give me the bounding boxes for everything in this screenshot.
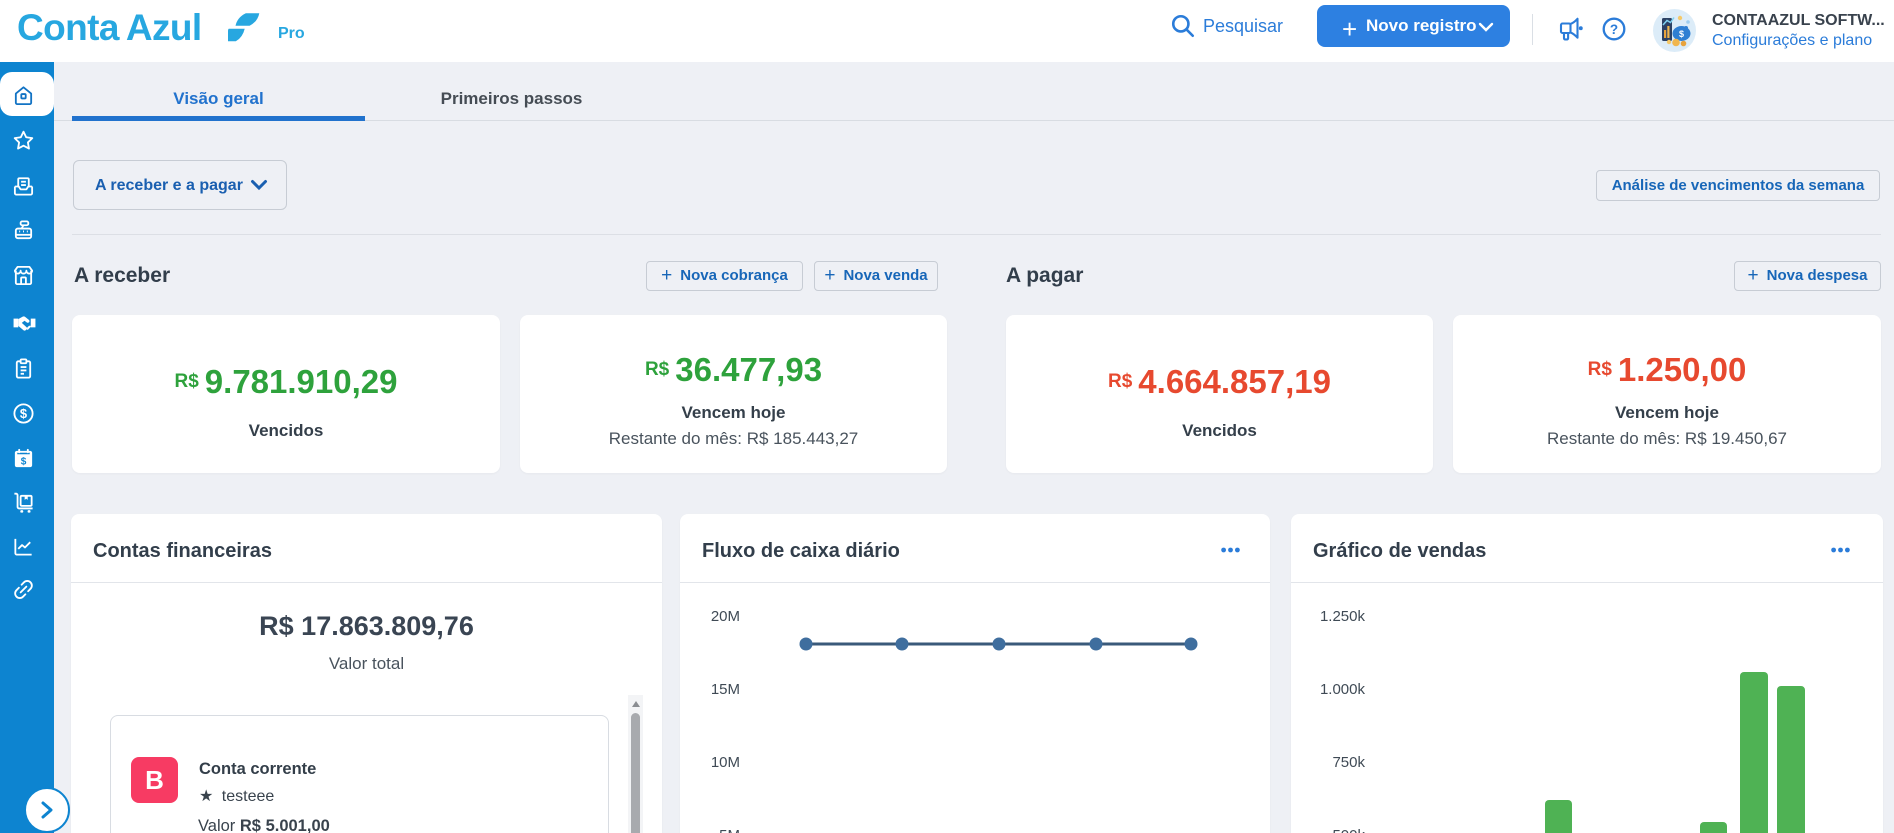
svg-text:?: ?	[1610, 22, 1618, 37]
svg-text:750k: 750k	[1332, 754, 1365, 771]
svg-text:$: $	[20, 406, 27, 421]
svg-text:5M: 5M	[719, 827, 740, 833]
svg-text:15M: 15M	[711, 681, 740, 698]
svg-text:1.000k: 1.000k	[1320, 681, 1366, 698]
svg-text:20M: 20M	[711, 608, 740, 625]
svg-text:$: $	[21, 456, 27, 467]
svg-text:1.250k: 1.250k	[1320, 608, 1366, 625]
svg-text:10M: 10M	[711, 754, 740, 771]
svg-text:500k: 500k	[1332, 827, 1365, 833]
svg-text:$: $	[1679, 29, 1684, 39]
